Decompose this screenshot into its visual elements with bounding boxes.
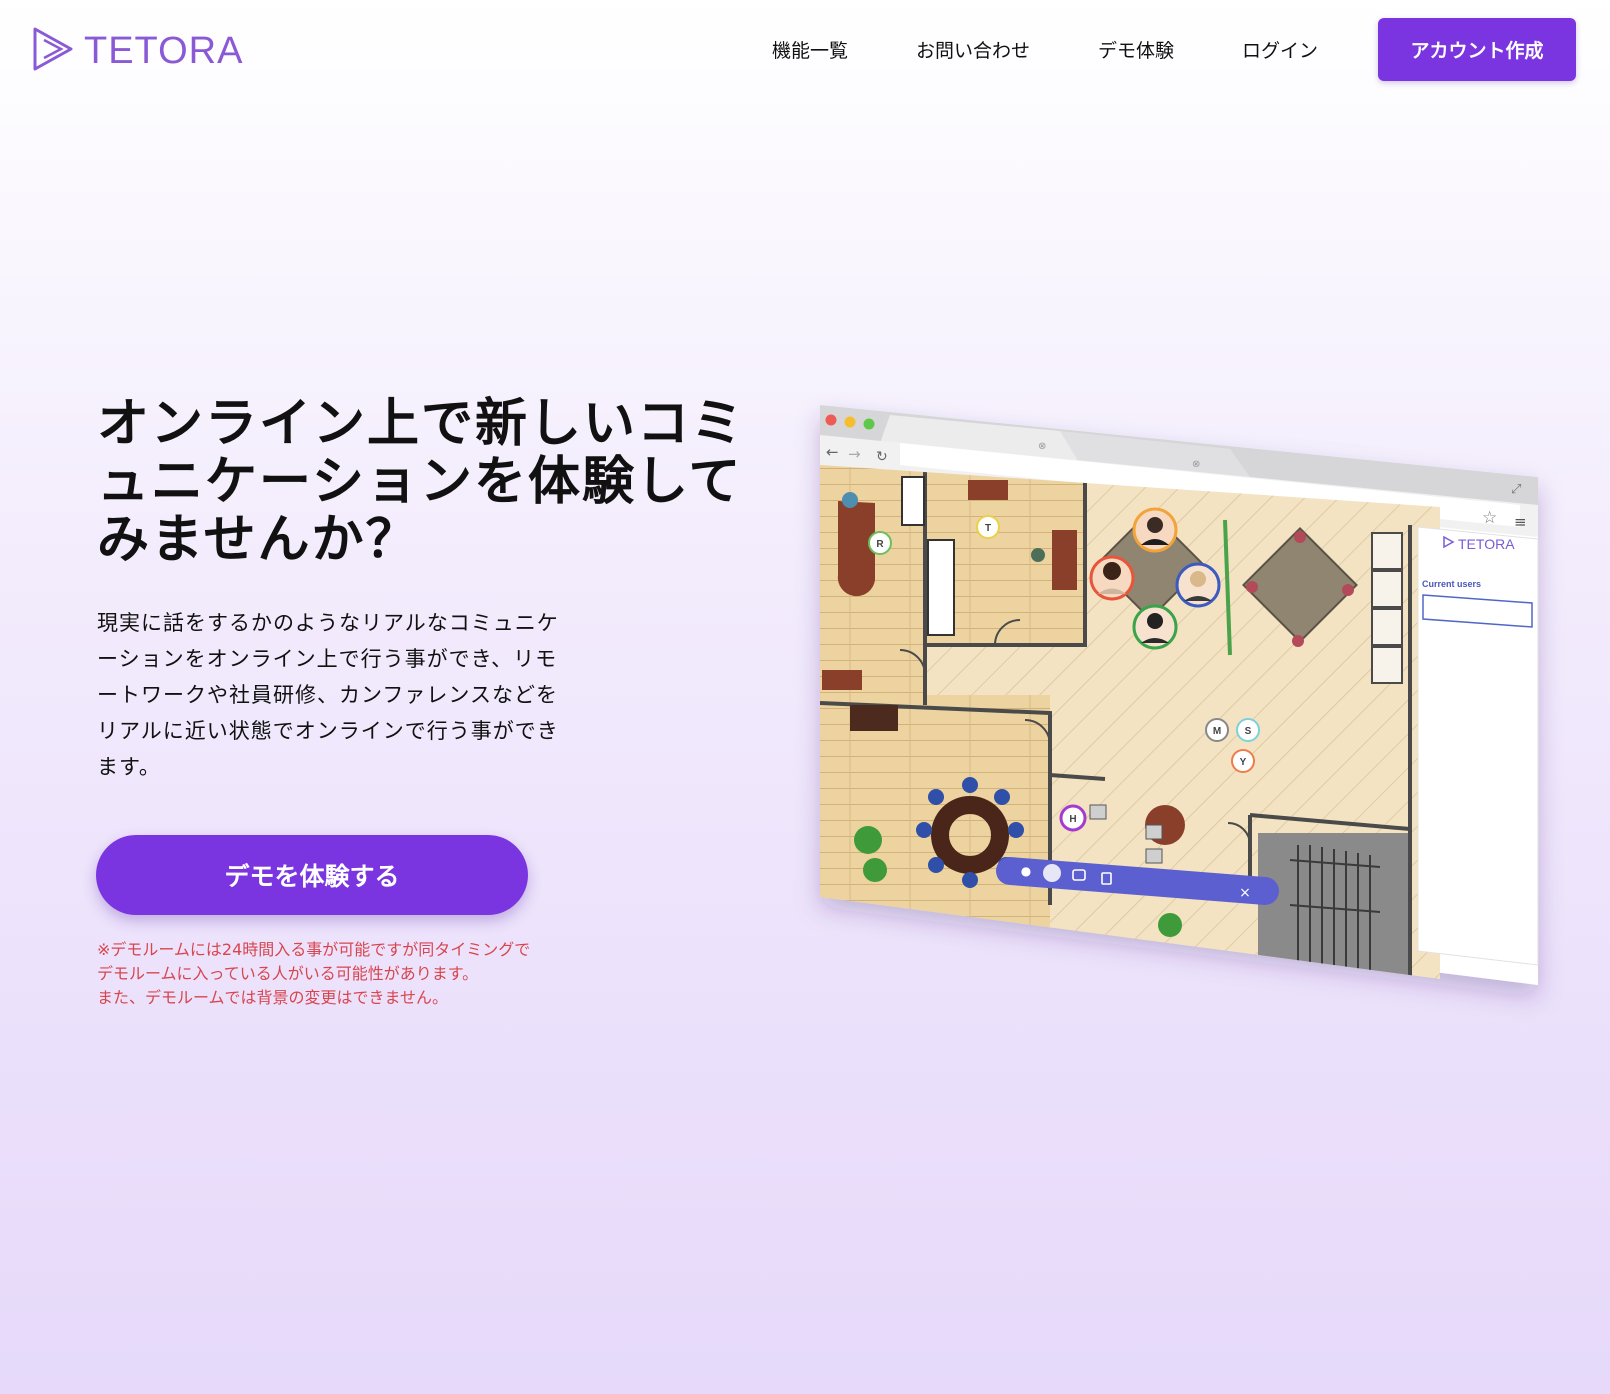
create-account-button[interactable]: アカウント作成 xyxy=(1378,18,1576,81)
window-close-dot xyxy=(825,414,837,426)
logo-text: TETORA xyxy=(84,29,244,72)
office-floor-plan xyxy=(820,465,1440,979)
video-avatar xyxy=(1132,604,1178,650)
user-marker: T xyxy=(976,515,1000,539)
browser-mockup-svg: ⊗ ⊗ ← → ↻ ☆ ⤢ ≡ R T M S Y H ● × TETORA C… xyxy=(820,405,1539,985)
hero-title-line: オンライン上で新しいコミ xyxy=(97,394,746,454)
close-icon: × xyxy=(1239,885,1251,901)
description-line: ます。 xyxy=(97,755,161,779)
window-minimize-dot xyxy=(844,416,856,428)
hero-description: 現実に話をするかのようなリアルなコミュニケ ーションをオンライン上で行う事ができ… xyxy=(97,605,607,785)
note-line: また、デモルームでは背景の変更はできません。 xyxy=(97,988,449,1007)
nav-contact[interactable]: お問い合わせ xyxy=(916,36,1030,63)
play-logo-icon xyxy=(32,26,74,76)
svg-text:H: H xyxy=(1069,814,1076,825)
user-marker: R xyxy=(868,531,892,555)
hero-title-line: ュニケーションを体験して xyxy=(97,452,743,512)
main-nav: 機能一覧 お問い合わせ デモ体験 ログイン アカウント作成 xyxy=(772,18,1576,81)
expand-icon: ⤢ xyxy=(1511,482,1521,497)
hero-title: オンライン上で新しいコミ ュニケーションを体験して みませんか？ xyxy=(97,395,757,569)
svg-text:⊗: ⊗ xyxy=(1192,459,1200,470)
svg-text:T: T xyxy=(985,523,991,534)
description-line: 現実に話をするかのようなリアルなコミュニケ xyxy=(97,611,559,635)
video-avatar xyxy=(1175,562,1221,608)
window-maximize-dot xyxy=(863,418,875,430)
video-avatar xyxy=(1132,507,1178,553)
reload-icon: ↻ xyxy=(876,449,888,465)
description-line: ーションをオンライン上で行う事ができ、リモ xyxy=(97,647,558,671)
logo[interactable]: TETORA xyxy=(32,26,243,76)
app-screenshot-mockup: ⊗ ⊗ ← → ↻ ☆ ⤢ ≡ R T M S Y H ● × TETORA C… xyxy=(820,405,1558,987)
camera-icon xyxy=(1043,864,1061,882)
svg-text:S: S xyxy=(1245,726,1252,737)
svg-text:Y: Y xyxy=(1240,757,1247,768)
svg-text:⊗: ⊗ xyxy=(1038,441,1046,452)
menu-icon: ≡ xyxy=(1514,513,1527,531)
description-line: ートワークや社員研修、カンファレンスなどを xyxy=(97,683,558,707)
description-line: リアルに近い状態でオンラインで行う事ができ xyxy=(97,719,559,743)
demo-notes: ※デモルームには24時間入る事が可能ですが同タイミングで デモルームに入っている… xyxy=(97,938,530,1010)
users-side-panel xyxy=(1417,526,1539,966)
try-demo-button[interactable]: デモを体験する xyxy=(96,835,528,915)
microphone-icon: ● xyxy=(1021,864,1031,878)
user-marker: S xyxy=(1236,718,1260,742)
nav-demo[interactable]: デモ体験 xyxy=(1098,36,1174,63)
hero-title-line: みませんか？ xyxy=(97,510,420,570)
svg-text:TETORA: TETORA xyxy=(1458,536,1515,552)
note-line: デモルームに入っている人がいる可能性があります。 xyxy=(97,964,479,983)
forward-arrow-icon: → xyxy=(848,445,861,463)
current-users-label: Current users xyxy=(1422,579,1481,589)
svg-text:M: M xyxy=(1213,726,1221,737)
video-avatar xyxy=(1089,555,1135,601)
nav-login[interactable]: ログイン xyxy=(1242,36,1318,63)
user-marker: M xyxy=(1205,718,1229,742)
user-marker: H xyxy=(1059,804,1087,832)
bookmark-star-icon: ☆ xyxy=(1482,508,1497,528)
svg-text:R: R xyxy=(876,539,884,550)
user-marker: Y xyxy=(1231,749,1255,773)
nav-features[interactable]: 機能一覧 xyxy=(772,36,848,63)
back-arrow-icon: ← xyxy=(826,443,839,461)
note-line: ※デモルームには24時間入る事が可能ですが同タイミングで xyxy=(97,940,531,959)
